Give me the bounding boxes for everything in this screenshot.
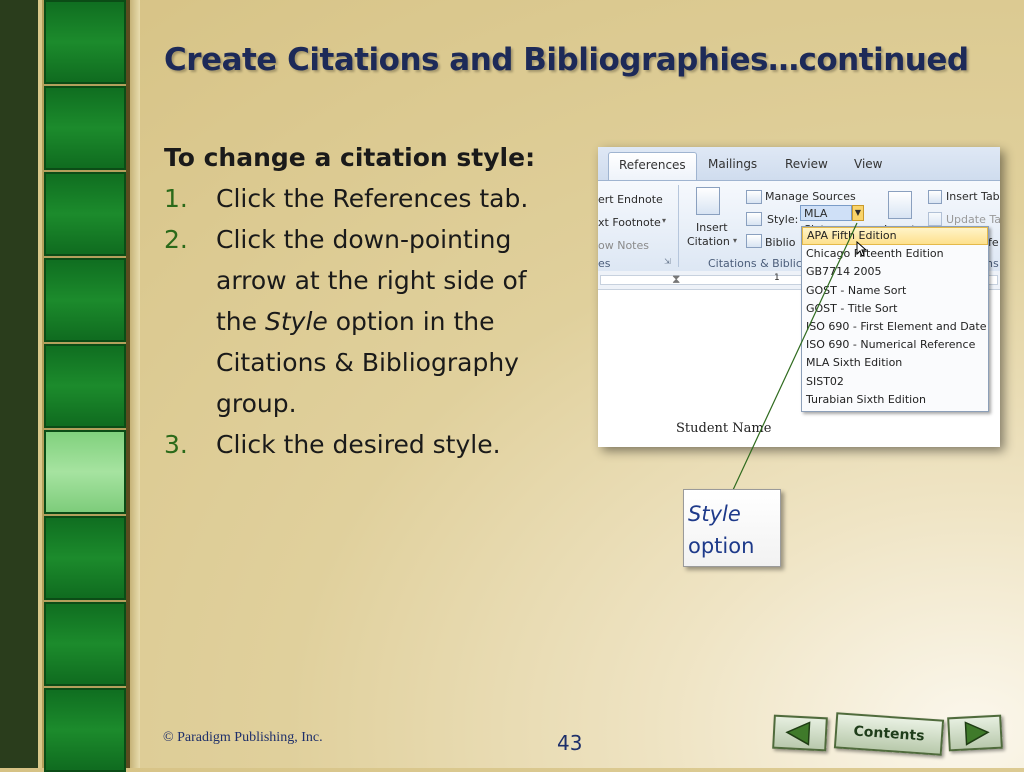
mouse-pointer-icon: [856, 241, 868, 257]
style-option[interactable]: ISO 690 - Numerical Reference: [802, 336, 988, 354]
arrow-right-icon: [964, 721, 990, 746]
style-option[interactable]: ISO 690 - First Element and Date: [802, 318, 988, 336]
contents-button[interactable]: Contents: [833, 712, 945, 756]
citations-group-label: Citations & Biblic: [708, 257, 802, 270]
copyright-notice: © Paradigm Publishing, Inc.: [163, 730, 323, 745]
bibliography-button[interactable]: Biblio: [765, 236, 795, 249]
strip-pane: [44, 86, 126, 170]
slide-body: To change a citation style: 1. Click the…: [164, 137, 564, 465]
word-ribbon-screenshot: References Mailings Review View ert Endn…: [598, 147, 1000, 447]
left-decorative-strip: [0, 0, 140, 772]
style-icon: [746, 212, 762, 226]
group-divider: [678, 185, 679, 267]
steps-intro: To change a citation style:: [164, 143, 536, 172]
strip-pane: [44, 344, 126, 428]
slide-title: Create Citations and Bibliographies…cont…: [164, 42, 969, 78]
insert-endnote-button[interactable]: ert Endnote: [598, 193, 663, 206]
step-number: 3.: [164, 430, 188, 459]
step-number: 1.: [164, 184, 188, 213]
chevron-down-icon[interactable]: ▾: [733, 236, 737, 245]
style-option[interactable]: GOST - Title Sort: [802, 300, 988, 318]
style-select[interactable]: MLA Sixt: [800, 205, 852, 236]
strip-edge: [130, 0, 140, 768]
tab-references[interactable]: References: [608, 152, 697, 180]
strip-pane-highlight: [44, 430, 126, 514]
ruler-number: 1: [774, 273, 780, 283]
bibliography-icon: [746, 234, 762, 248]
next-slide-button[interactable]: [947, 714, 1003, 752]
step-text: Click the down-pointing arrow at the rig…: [216, 219, 546, 424]
step-text: Click the References tab.: [216, 184, 529, 213]
previous-slide-button[interactable]: [772, 714, 828, 752]
style-option[interactable]: APA Fifth Edition: [802, 227, 988, 246]
indent-marker-icon[interactable]: ⧗: [672, 272, 680, 287]
insert-citation-icon: [696, 187, 720, 215]
step-item: 3. Click the desired style.: [164, 424, 564, 465]
strip-pane: [44, 0, 126, 84]
step-item: 2. Click the down-pointing arrow at the …: [164, 219, 564, 424]
insert-citation-label-1[interactable]: Insert: [696, 221, 728, 234]
style-option-callout: Style option: [683, 489, 781, 567]
document-text: Student Name: [676, 421, 772, 436]
step-number: 2.: [164, 225, 188, 254]
manage-sources-icon: [746, 190, 762, 204]
strip-pane: [44, 688, 126, 772]
dialog-launcher-icon[interactable]: ⇲: [664, 257, 671, 266]
cross-reference-button[interactable]: fe: [988, 236, 999, 249]
strip-pane: [44, 602, 126, 686]
step-text: Click the desired style.: [216, 430, 501, 459]
step-text-emphasis: Style: [264, 307, 328, 336]
style-dropdown-arrow-icon[interactable]: ▼: [852, 205, 864, 221]
tab-review[interactable]: Review: [785, 157, 828, 171]
insert-citation-label-2[interactable]: Citation: [687, 235, 730, 248]
step-item: 1. Click the References tab.: [164, 178, 564, 219]
insert-table-of-figures-button[interactable]: Insert Tab: [946, 190, 1000, 203]
callout-text: option: [688, 534, 755, 558]
strip-panes: [44, 0, 126, 772]
tab-mailings[interactable]: Mailings: [708, 157, 757, 171]
strip-dark-band: [0, 0, 38, 768]
style-option[interactable]: Turabian Sixth Edition: [802, 391, 988, 409]
footnotes-group-label: es: [598, 257, 611, 270]
manage-sources-button[interactable]: Manage Sources: [765, 190, 856, 203]
tab-view[interactable]: View: [854, 157, 882, 171]
style-option[interactable]: SIST02: [802, 373, 988, 391]
style-option[interactable]: MLA Sixth Edition: [802, 354, 988, 372]
next-footnote-button[interactable]: xt Footnote: [598, 216, 661, 229]
callout-emphasis: Style: [688, 502, 741, 526]
ribbon-tab-bar: References Mailings Review View: [598, 147, 1000, 181]
insert-table-icon: [928, 190, 942, 204]
style-label: Style:: [767, 213, 799, 226]
style-dropdown-list: APA Fifth Edition Chicago Fifteenth Edit…: [801, 226, 989, 412]
arrow-left-icon: [785, 721, 811, 746]
update-table-icon: [928, 212, 942, 226]
insert-caption-icon: [888, 191, 912, 219]
strip-pane: [44, 172, 126, 256]
style-option[interactable]: GB7714 2005: [802, 263, 988, 281]
strip-divider: [38, 0, 42, 768]
update-table-button[interactable]: Update Ta: [946, 213, 1000, 226]
strip-pane: [44, 516, 126, 600]
style-option[interactable]: GOST - Name Sort: [802, 282, 988, 300]
page-number: 43: [557, 731, 583, 755]
style-option[interactable]: Chicago Fifteenth Edition: [802, 245, 988, 263]
show-notes-button[interactable]: ow Notes: [598, 239, 649, 252]
strip-pane: [44, 258, 126, 342]
chevron-down-icon[interactable]: ▾: [662, 216, 666, 225]
